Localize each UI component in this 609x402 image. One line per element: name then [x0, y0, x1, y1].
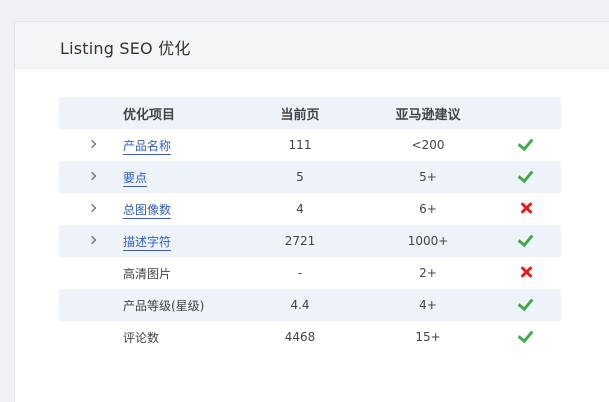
header-status-col: [501, 97, 561, 129]
suggest-value: 2+: [419, 266, 437, 280]
expand-cell: [59, 289, 123, 321]
suggest-value: 1000+: [407, 234, 449, 248]
table-row[interactable]: 总图像数 4 6+: [59, 193, 561, 225]
item-link[interactable]: 总图像数: [123, 202, 172, 219]
item-link[interactable]: 要点: [123, 170, 148, 187]
current-value: 2721: [284, 234, 316, 248]
item-cell: 要点: [123, 169, 245, 187]
expand-cell: [59, 225, 123, 257]
check-icon: [517, 230, 534, 248]
item-label: 评论数: [123, 330, 160, 345]
status-cell: [501, 225, 561, 257]
panel-title: Listing SEO 优化: [60, 39, 191, 58]
expand-cell: [59, 257, 123, 289]
check-icon: [517, 326, 534, 344]
item-link[interactable]: 描述字符: [123, 234, 172, 251]
table-row: 高清图片 - 2+: [59, 257, 561, 289]
status-cell: [501, 289, 561, 321]
current-value: -: [297, 266, 303, 280]
item-cell: 总图像数: [123, 201, 245, 219]
table-row: 产品等级(星级) 4.4 4+: [59, 289, 561, 321]
seo-table: 优化项目 当前页 亚马逊建议 产品名称 111 <200 要点 5 5+ 总图像数 4 6+ 描述…: [59, 97, 561, 353]
suggest-value: 4+: [419, 298, 437, 312]
cross-icon: [519, 201, 533, 215]
suggest-value: 6+: [419, 202, 437, 216]
status-cell: [501, 193, 561, 225]
expand-cell: [59, 321, 123, 353]
current-value: 4.4: [290, 298, 310, 312]
table-header-row: 优化项目 当前页 亚马逊建议: [59, 97, 561, 129]
expand-cell: [59, 129, 123, 161]
table-row: 评论数 4468 15+: [59, 321, 561, 353]
item-cell: 评论数: [123, 329, 245, 346]
header-current: 当前页: [280, 107, 320, 123]
cross-icon: [519, 265, 533, 279]
current-value: 4468: [284, 330, 316, 344]
table-row[interactable]: 产品名称 111 <200: [59, 129, 561, 161]
current-value: 5: [296, 170, 304, 184]
suggest-value: 15+: [415, 330, 441, 344]
check-icon: [517, 134, 534, 152]
status-cell: [501, 129, 561, 161]
item-link[interactable]: 产品名称: [123, 138, 172, 155]
item-label: 高清图片: [123, 266, 172, 281]
item-cell: 产品等级(星级): [123, 297, 245, 314]
current-value: 4: [296, 202, 304, 216]
chevron-right-icon[interactable]: [87, 139, 97, 149]
header-item: 优化项目: [123, 107, 176, 123]
suggest-value: 5+: [419, 170, 437, 184]
table-row[interactable]: 描述字符 2721 1000+: [59, 225, 561, 257]
check-icon: [517, 166, 534, 184]
header-suggest: 亚马逊建议: [395, 107, 461, 123]
expand-cell: [59, 161, 123, 193]
check-icon: [517, 294, 534, 312]
expand-cell: [59, 193, 123, 225]
status-cell: [501, 257, 561, 289]
panel-header: Listing SEO 优化: [15, 22, 609, 69]
seo-panel: Listing SEO 优化 优化项目 当前页 亚马逊建议 产品名称 111 <20…: [14, 21, 609, 402]
status-cell: [501, 321, 561, 353]
chevron-right-icon[interactable]: [87, 235, 97, 245]
suggest-value: <200: [411, 138, 445, 152]
item-cell: 产品名称: [123, 137, 245, 155]
chevron-right-icon[interactable]: [87, 203, 97, 213]
item-cell: 描述字符: [123, 233, 245, 251]
header-expand-col: [59, 97, 123, 129]
current-value: 111: [288, 138, 312, 152]
status-cell: [501, 161, 561, 193]
table-row[interactable]: 要点 5 5+: [59, 161, 561, 193]
chevron-right-icon[interactable]: [87, 171, 97, 181]
item-cell: 高清图片: [123, 265, 245, 282]
item-label: 产品等级(星级): [123, 298, 205, 313]
